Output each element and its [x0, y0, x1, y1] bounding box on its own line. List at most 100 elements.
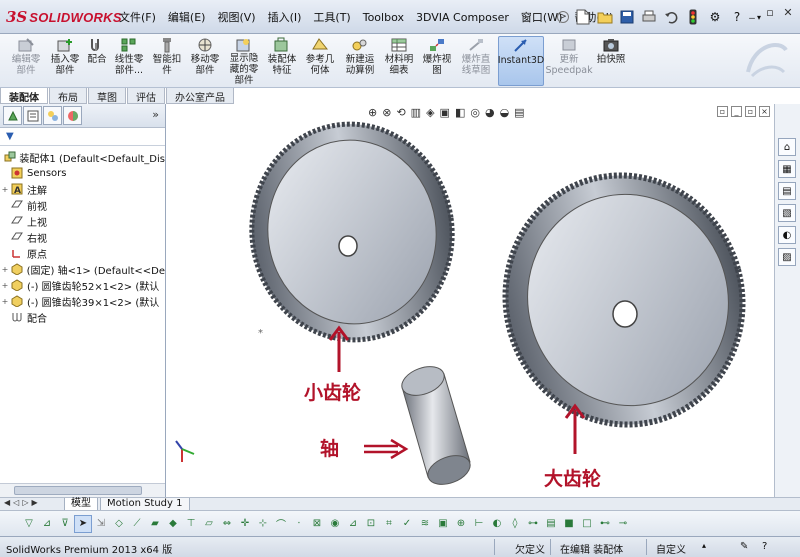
menu-edit[interactable]: 编辑(E) [162, 9, 212, 25]
menu-toolbox[interactable]: Toolbox [357, 11, 410, 24]
save-icon[interactable] [617, 7, 637, 27]
tree-filter[interactable]: ▼ [0, 128, 165, 146]
assembly-feature-button[interactable]: 装配体 特征 [263, 36, 301, 86]
expand-icon[interactable]: + [0, 297, 10, 306]
solidworks-resources-icon[interactable]: ⌂ [778, 138, 796, 156]
shaft-part[interactable] [398, 361, 474, 489]
filter-reference-icon[interactable]: ⊸ [614, 515, 632, 533]
filter-cosmetic-thread-icon[interactable]: ≋ [416, 515, 434, 533]
large-bevel-gear[interactable] [478, 149, 771, 452]
menu-insert[interactable]: 插入(I) [262, 9, 308, 25]
filter-surface-finish-icon[interactable]: ✓ [398, 515, 416, 533]
clear-filters-icon[interactable]: ⊽ [56, 515, 74, 533]
tree-item[interactable]: 配合 [0, 309, 165, 325]
explode-line-sketch-button[interactable]: 爆炸直 线草图 [456, 36, 496, 86]
filter-welds-icon[interactable]: ⊿ [344, 515, 362, 533]
select-all-filter-icon[interactable]: ⇲ [92, 515, 110, 533]
select-arrow-icon[interactable]: ➤ [74, 514, 92, 533]
feature-tree-tab-icon[interactable] [3, 106, 22, 125]
appearances-icon[interactable]: ◐ [778, 226, 796, 244]
tab-layout[interactable]: 布局 [49, 88, 87, 104]
options-icon[interactable]: ⚙ [705, 7, 725, 27]
new-motion-study-button[interactable]: 新建运 动算例 [340, 36, 380, 86]
minimize-icon[interactable]: _ [744, 6, 760, 22]
edit-component-button[interactable]: 编辑零 部件 [6, 36, 46, 86]
tree-item[interactable]: 右视 [0, 229, 165, 245]
tree-item[interactable]: + (-) 圆锥齿轮52×1<2> (默认 [0, 277, 165, 293]
last-tab-icon[interactable]: ▶ [31, 498, 37, 507]
filter-surface-bodies-icon[interactable]: □ [578, 515, 596, 533]
prev-tab-icon[interactable]: ◁ [13, 498, 19, 507]
filter-surfaces-icon[interactable]: ◆ [164, 515, 182, 533]
tree-item[interactable]: + (固定) 轴<1> (Default<<De [0, 261, 165, 277]
chevron-up-icon[interactable]: ▴ [702, 541, 706, 550]
filter-edges-icon[interactable]: ⟋ [128, 515, 146, 533]
tab-office-products[interactable]: 办公室产品 [166, 88, 234, 104]
tree-item[interactable]: + (-) 圆锥齿轮39×1<2> (默认 [0, 293, 165, 309]
solidworks-logo[interactable]: 3S SOLIDWORKS [6, 8, 122, 26]
filter-routing-icon[interactable]: ⊶ [524, 515, 542, 533]
print-icon[interactable] [639, 7, 659, 27]
tree-item[interactable]: 前视 [0, 197, 165, 213]
tree-item[interactable]: + A 注解 [0, 181, 165, 197]
move-component-button[interactable]: 移动零 部件 [186, 36, 224, 86]
tab-sketch[interactable]: 草图 [88, 88, 126, 104]
insert-component-button[interactable]: 插入零 部件 [46, 36, 84, 86]
expand-icon[interactable]: + [0, 185, 10, 194]
reference-geometry-button[interactable]: 参考几 何体 [301, 36, 339, 86]
bill-of-materials-button[interactable]: 材料明 细表 [380, 36, 418, 86]
filter-solid-bodies-icon[interactable]: ■ [560, 515, 578, 533]
filter-centerline-icon[interactable]: ⊢ [470, 515, 488, 533]
filter-axes-icon[interactable]: ⊤ [182, 515, 200, 533]
restore-icon[interactable]: ▫ [762, 6, 778, 22]
display-manager-tab-icon[interactable] [63, 106, 82, 125]
filter-sketch-segments-icon[interactable]: ⌒ [272, 515, 290, 533]
menu-file[interactable]: 文件(F) [113, 9, 162, 25]
smart-fastener-button[interactable]: 智能扣 件 [148, 36, 186, 86]
help-icon-status[interactable]: ? [762, 541, 767, 552]
traffic-light-icon[interactable] [683, 7, 703, 27]
new-document-icon[interactable] [573, 7, 593, 27]
view-palette-icon[interactable]: ▧ [778, 204, 796, 222]
menu-view[interactable]: 视图(V) [211, 9, 261, 25]
expand-icon[interactable]: + [0, 281, 10, 290]
tree-root[interactable]: 装配体1 (Default<Default_Dis [0, 149, 165, 165]
filter-dowel-pin-icon[interactable]: ◐ [488, 515, 506, 533]
filter-sketch-points-icon[interactable]: ⋅ [290, 515, 308, 533]
next-tab-icon[interactable]: ▷ [22, 498, 28, 507]
show-hidden-components-button[interactable]: 显示隐 藏的零 部件 [225, 36, 263, 86]
horizontal-scrollbar[interactable] [0, 483, 165, 497]
design-library-icon[interactable]: ▦ [778, 160, 796, 178]
filter-datums-icon[interactable]: ⊡ [362, 515, 380, 533]
filter-balloons-icon[interactable]: ◉ [326, 515, 344, 533]
snapshot-button[interactable]: 拍快照 [594, 36, 628, 86]
filter-mates-icon[interactable]: ⊷ [596, 515, 614, 533]
units-dropdown[interactable]: 自定义 [656, 541, 686, 556]
scrollbar-thumb[interactable] [14, 486, 142, 495]
undo-icon[interactable] [661, 7, 681, 27]
graphics-area[interactable]: ⊕ ⊗ ⟲ ▥ ◈ ▣ ◧ ◎ ◕ ◒ ▤ ▫ _ ▫ × * * 小齿轮 轴 … [166, 104, 774, 497]
property-manager-tab-icon[interactable] [23, 106, 42, 125]
exploded-view-button[interactable]: 爆炸视 图 [418, 36, 456, 86]
filter-faces-icon[interactable]: ▰ [146, 515, 164, 533]
file-explorer-icon[interactable]: ▤ [778, 182, 796, 200]
filter-points-icon[interactable]: ✛ [236, 515, 254, 533]
filter-vertices-icon[interactable]: ◇ [110, 515, 128, 533]
filter-connection-points-icon[interactable]: ◊ [506, 515, 524, 533]
filter-toolbar-icon[interactable]: ⊿ [38, 515, 56, 533]
filter-midpoints-icon[interactable]: ⊹ [254, 515, 272, 533]
filter-dimensions-icon[interactable]: ⇔ [218, 515, 236, 533]
instant3d-button[interactable]: Instant3D [498, 36, 544, 86]
expand-icon[interactable]: + [0, 265, 10, 274]
rebuild-icon[interactable]: ✎ [740, 541, 748, 552]
custom-properties-icon[interactable]: ▨ [778, 248, 796, 266]
filter-planes-icon[interactable]: ▱ [200, 515, 218, 533]
close-icon[interactable]: ✕ [780, 6, 796, 22]
tree-item[interactable]: Sensors [0, 165, 165, 181]
menu-3dvia[interactable]: 3DVIA Composer [410, 11, 515, 24]
filter-mid-surfaces-icon[interactable]: ▤ [542, 515, 560, 533]
mate-button[interactable]: 配合 [84, 36, 110, 86]
tab-assembly[interactable]: 装配体 [0, 88, 48, 104]
chevron-right-icon[interactable]: » [152, 108, 159, 121]
open-folder-icon[interactable] [595, 7, 615, 27]
